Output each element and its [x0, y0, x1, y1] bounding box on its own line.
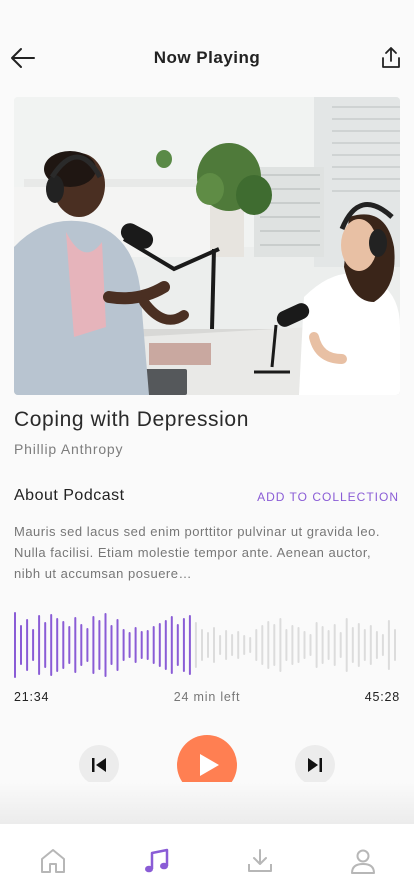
share-icon[interactable] [380, 46, 402, 70]
header: Now Playing [0, 38, 414, 78]
play-icon [200, 754, 219, 776]
podcast-description: Mauris sed lacus sed enim porttitor pulv… [14, 524, 380, 581]
total-time: 45:28 [364, 690, 400, 704]
time-row: 21:34 24 min left 45:28 [14, 690, 400, 708]
page-title: Now Playing [153, 48, 261, 67]
episode-title: Coping with Depression [14, 408, 249, 431]
time-remaining: 24 min left [173, 690, 241, 704]
music-note-icon[interactable] [142, 846, 172, 876]
user-icon[interactable] [348, 846, 378, 876]
home-icon[interactable] [38, 846, 68, 876]
skip-previous-icon [92, 758, 106, 772]
about-heading: About Podcast [14, 487, 125, 504]
download-icon[interactable] [245, 846, 275, 876]
podcast-cover-image [14, 97, 400, 395]
waveform-progress[interactable] [14, 610, 400, 680]
skip-next-icon [308, 758, 322, 772]
next-button[interactable] [295, 745, 335, 785]
add-to-collection-link[interactable]: ADD TO COLLECTION [257, 490, 399, 504]
episode-author: Phillip Anthropy [14, 441, 124, 457]
previous-button[interactable] [79, 745, 119, 785]
bottom-tab-bar [0, 824, 414, 896]
bottom-shade [0, 782, 414, 824]
